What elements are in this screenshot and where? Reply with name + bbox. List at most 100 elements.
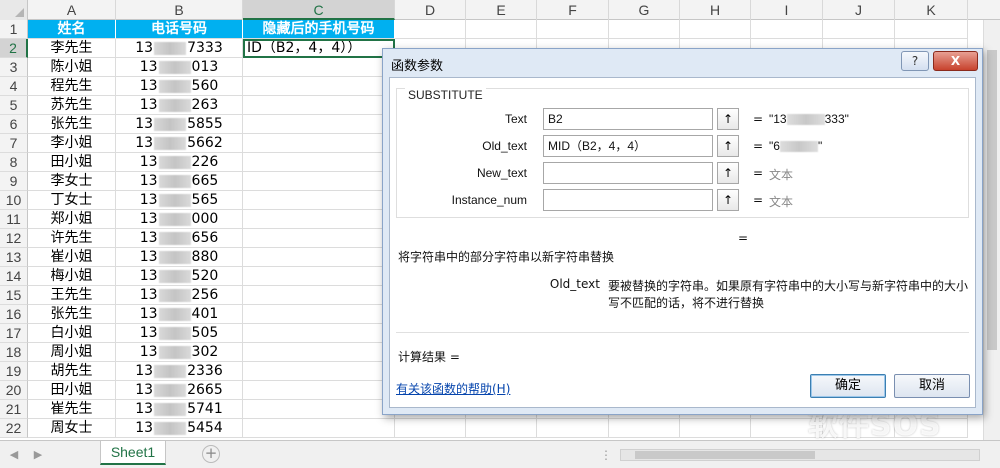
cell-b16[interactable]: 13 401	[116, 305, 243, 324]
column-header-k[interactable]: K	[895, 0, 968, 20]
tab-splitter-icon[interactable]: ⋮	[600, 448, 612, 462]
horizontal-scroll-thumb[interactable]	[635, 451, 815, 459]
cell-c20[interactable]	[243, 381, 395, 400]
column-header-d[interactable]: D	[395, 0, 466, 20]
cell-b6[interactable]: 13 5855	[116, 115, 243, 134]
cell-a19[interactable]: 胡先生	[28, 362, 116, 381]
arg-input-text[interactable]: B2	[543, 108, 713, 130]
column-header-f[interactable]: F	[537, 0, 609, 20]
row-header-14[interactable]: 14	[0, 267, 28, 286]
cell-e22[interactable]	[466, 419, 537, 438]
column-header-c[interactable]: C	[243, 0, 395, 20]
close-button[interactable]: X	[933, 51, 978, 71]
cell-a15[interactable]: 王先生	[28, 286, 116, 305]
cell-d22[interactable]	[395, 419, 466, 438]
cell-a21[interactable]: 崔先生	[28, 400, 116, 419]
cell-b12[interactable]: 13 656	[116, 229, 243, 248]
cell-a11[interactable]: 郑小姐	[28, 210, 116, 229]
cell-b19[interactable]: 13 2336	[116, 362, 243, 381]
row-header-11[interactable]: 11	[0, 210, 28, 229]
cell-a1[interactable]: 姓名	[28, 20, 116, 39]
vertical-scrollbar[interactable]	[983, 20, 1000, 440]
cell-c10[interactable]	[243, 191, 395, 210]
row-header-3[interactable]: 3	[0, 58, 28, 77]
row-header-8[interactable]: 8	[0, 153, 28, 172]
column-header-e[interactable]: E	[466, 0, 537, 20]
row-header-13[interactable]: 13	[0, 248, 28, 267]
arg-input-instance_num[interactable]	[543, 189, 713, 211]
row-header-21[interactable]: 21	[0, 400, 28, 419]
cell-k1[interactable]	[895, 20, 968, 39]
cell-b4[interactable]: 13 560	[116, 77, 243, 96]
prev-sheet-icon[interactable]: ◀	[6, 447, 22, 463]
cell-c16[interactable]	[243, 305, 395, 324]
column-header-j[interactable]: J	[823, 0, 895, 20]
help-button[interactable]: ?	[901, 51, 929, 71]
cell-b14[interactable]: 13 520	[116, 267, 243, 286]
arg-input-new_text[interactable]	[543, 162, 713, 184]
cell-c13[interactable]	[243, 248, 395, 267]
cell-c1[interactable]: 隐藏后的手机号码	[243, 20, 395, 39]
collapse-dialog-icon[interactable]: ↑	[717, 189, 739, 211]
cell-b13[interactable]: 13 880	[116, 248, 243, 267]
cell-a16[interactable]: 张先生	[28, 305, 116, 324]
row-header-20[interactable]: 20	[0, 381, 28, 400]
cell-c8[interactable]	[243, 153, 395, 172]
row-header-10[interactable]: 10	[0, 191, 28, 210]
cell-b3[interactable]: 13 013	[116, 58, 243, 77]
cell-b18[interactable]: 13 302	[116, 343, 243, 362]
active-cell-c2[interactable]: ID（B2，4，4））	[243, 39, 395, 58]
row-header-1[interactable]: 1	[0, 20, 28, 39]
cell-i1[interactable]	[751, 20, 823, 39]
row-header-16[interactable]: 16	[0, 305, 28, 324]
cell-c15[interactable]	[243, 286, 395, 305]
function-help-link[interactable]: 有关该函数的帮助(H)	[396, 380, 510, 397]
cell-c18[interactable]	[243, 343, 395, 362]
cell-c9[interactable]	[243, 172, 395, 191]
cell-j1[interactable]	[823, 20, 895, 39]
collapse-dialog-icon[interactable]: ↑	[717, 108, 739, 130]
row-header-22[interactable]: 22	[0, 419, 28, 438]
cell-h1[interactable]	[680, 20, 751, 39]
cell-c5[interactable]	[243, 96, 395, 115]
cell-b21[interactable]: 13 5741	[116, 400, 243, 419]
cell-c21[interactable]	[243, 400, 395, 419]
cell-a17[interactable]: 白小姐	[28, 324, 116, 343]
vertical-scroll-thumb[interactable]	[987, 50, 997, 350]
cell-c7[interactable]	[243, 134, 395, 153]
row-header-6[interactable]: 6	[0, 115, 28, 134]
cell-c17[interactable]	[243, 324, 395, 343]
cell-b8[interactable]: 13 226	[116, 153, 243, 172]
cell-a12[interactable]: 许先生	[28, 229, 116, 248]
cell-b20[interactable]: 13 2665	[116, 381, 243, 400]
cell-e1[interactable]	[466, 20, 537, 39]
cell-a3[interactable]: 陈小姐	[28, 58, 116, 77]
row-header-17[interactable]: 17	[0, 324, 28, 343]
cell-b2[interactable]: 13 7333	[116, 39, 243, 58]
row-header-15[interactable]: 15	[0, 286, 28, 305]
cell-a14[interactable]: 梅小姐	[28, 267, 116, 286]
column-header-g[interactable]: G	[609, 0, 680, 20]
cell-b10[interactable]: 13 565	[116, 191, 243, 210]
row-header-19[interactable]: 19	[0, 362, 28, 381]
sheet-tab-sheet1[interactable]: Sheet1	[100, 441, 166, 465]
ok-button[interactable]: 确定	[810, 374, 886, 398]
cell-b17[interactable]: 13 505	[116, 324, 243, 343]
cell-f1[interactable]	[537, 20, 609, 39]
cell-c11[interactable]	[243, 210, 395, 229]
row-header-9[interactable]: 9	[0, 172, 28, 191]
cell-c12[interactable]	[243, 229, 395, 248]
horizontal-scrollbar[interactable]	[620, 449, 980, 461]
row-header-4[interactable]: 4	[0, 77, 28, 96]
cell-a22[interactable]: 周女士	[28, 419, 116, 438]
cell-c6[interactable]	[243, 115, 395, 134]
column-header-i[interactable]: I	[751, 0, 823, 20]
column-header-b[interactable]: B	[116, 0, 243, 20]
cancel-button[interactable]: 取消	[894, 374, 970, 398]
cell-f22[interactable]	[537, 419, 609, 438]
cell-a5[interactable]: 苏先生	[28, 96, 116, 115]
cell-b7[interactable]: 13 5662	[116, 134, 243, 153]
cell-a13[interactable]: 崔小姐	[28, 248, 116, 267]
row-header-12[interactable]: 12	[0, 229, 28, 248]
cell-a20[interactable]: 田小姐	[28, 381, 116, 400]
